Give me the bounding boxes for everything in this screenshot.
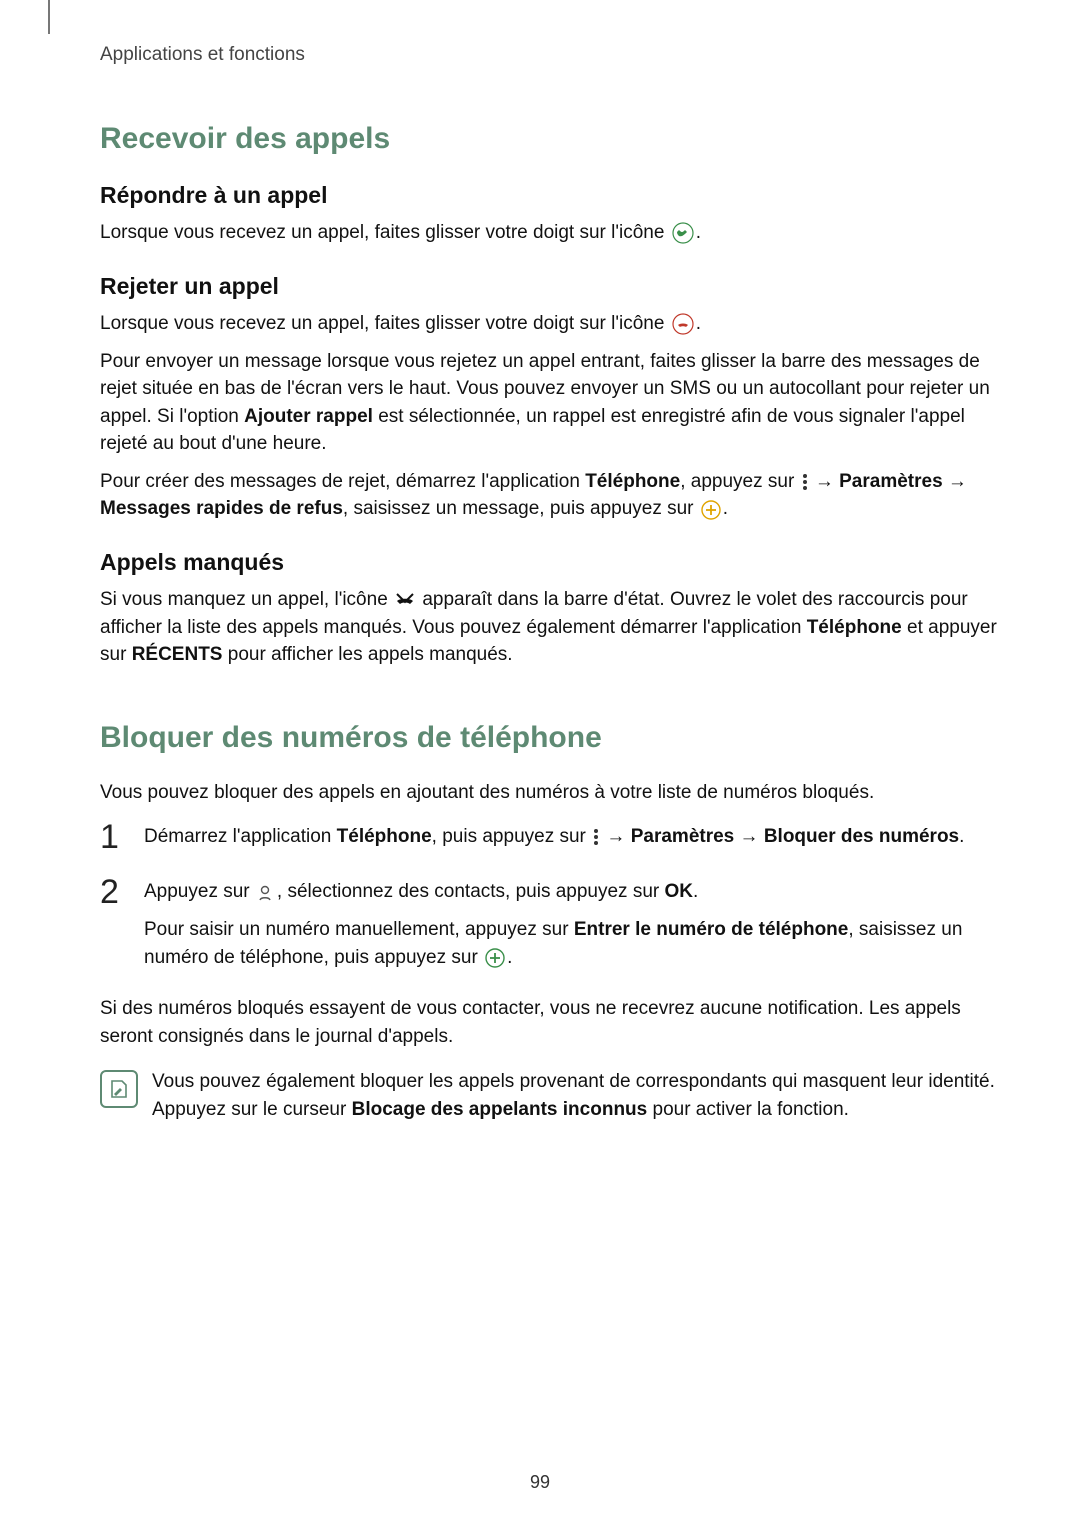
text: Si vous manquez un appel, l'icône <box>100 589 393 610</box>
add-plus-icon <box>701 496 721 524</box>
text: Démarrez l'application <box>144 826 337 847</box>
text: . <box>696 222 701 243</box>
breadcrumb: Applications et fonctions <box>100 44 1008 66</box>
text: Pour créer des messages de rejet, démarr… <box>100 471 585 492</box>
paragraph: Pour créer des messages de rejet, démarr… <box>100 468 1008 524</box>
answer-call-icon <box>672 219 694 247</box>
text: pour activer la fonction. <box>647 1099 849 1120</box>
paragraph: Pour envoyer un message lorsque vous rej… <box>100 348 1008 458</box>
text: Lorsque vous recevez un appel, faites gl… <box>100 222 670 243</box>
text-bold: Téléphone <box>585 471 680 492</box>
more-options-icon <box>593 823 599 851</box>
paragraph: Si des numéros bloqués essayent de vous … <box>100 995 1008 1050</box>
subheading-manques: Appels manqués <box>100 549 1008 576</box>
add-plus-icon <box>485 944 505 972</box>
paragraph: Démarrez l'application Téléphone, puis a… <box>144 823 1008 851</box>
section-title-recevoir: Recevoir des appels <box>100 122 1008 156</box>
text-bold: OK <box>665 881 694 902</box>
text: Lorsque vous recevez un appel, faites gl… <box>100 313 670 334</box>
paragraph: Vous pouvez bloquer des appels en ajouta… <box>100 779 1008 807</box>
note-body: Vous pouvez également bloquer les appels… <box>152 1068 1008 1123</box>
paragraph: Lorsque vous recevez un appel, faites gl… <box>100 310 1008 338</box>
page-tab-mark <box>48 0 50 34</box>
note-block: Vous pouvez également bloquer les appels… <box>100 1068 1008 1123</box>
text: Appuyez sur <box>144 881 255 902</box>
paragraph: Pour saisir un numéro manuellement, appu… <box>144 916 1008 971</box>
text: → <box>810 471 840 492</box>
text: → <box>943 471 967 492</box>
text: , appuyez sur <box>680 471 799 492</box>
text: , puis appuyez sur <box>432 826 591 847</box>
text: . <box>507 947 512 968</box>
text: → <box>734 826 764 847</box>
text-bold: Entrer le numéro de téléphone <box>574 919 849 940</box>
step-1: 1 Démarrez l'application Téléphone, puis… <box>100 819 1008 861</box>
subheading-repondre: Répondre à un appel <box>100 182 1008 209</box>
text-bold: RÉCENTS <box>132 644 223 665</box>
step-body: Appuyez sur , sélectionnez des contacts,… <box>144 874 1008 981</box>
note-icon <box>100 1070 138 1108</box>
text: . <box>693 881 698 902</box>
text-bold: Téléphone <box>807 617 902 638</box>
missed-call-icon <box>395 586 415 614</box>
paragraph: Appuyez sur , sélectionnez des contacts,… <box>144 878 1008 906</box>
text-bold: Paramètres <box>631 826 735 847</box>
text: . <box>959 826 964 847</box>
text-bold: Messages rapides de refus <box>100 498 343 519</box>
paragraph: Lorsque vous recevez un appel, faites gl… <box>100 219 1008 247</box>
text: → <box>601 826 631 847</box>
section-title-bloquer: Bloquer des numéros de téléphone <box>100 721 1008 755</box>
text: , sélectionnez des contacts, puis appuye… <box>277 881 665 902</box>
text: Pour saisir un numéro manuellement, appu… <box>144 919 574 940</box>
text-bold: Ajouter rappel <box>244 406 373 427</box>
more-options-icon <box>802 468 808 496</box>
text: . <box>696 313 701 334</box>
steps-list: 1 Démarrez l'application Téléphone, puis… <box>100 819 1008 982</box>
paragraph: Si vous manquez un appel, l'icône appara… <box>100 586 1008 669</box>
text: . <box>723 498 728 519</box>
step-body: Démarrez l'application Téléphone, puis a… <box>144 819 1008 861</box>
text-bold: Paramètres <box>839 471 943 492</box>
page-content: Applications et fonctions Recevoir des a… <box>0 0 1080 1124</box>
text: pour afficher les appels manqués. <box>222 644 512 665</box>
step-number: 1 <box>100 819 144 856</box>
text: , saisissez un message, puis appuyez sur <box>343 498 699 519</box>
contacts-search-icon <box>257 879 275 907</box>
step-number: 2 <box>100 874 144 911</box>
text-bold: Bloquer des numéros <box>764 826 959 847</box>
subheading-rejeter: Rejeter un appel <box>100 273 1008 300</box>
text-bold: Blocage des appelants inconnus <box>352 1099 648 1120</box>
page-number: 99 <box>0 1472 1080 1493</box>
reject-call-icon <box>672 310 694 338</box>
text-bold: Téléphone <box>337 826 432 847</box>
step-2: 2 Appuyez sur , sélectionnez des contact… <box>100 874 1008 981</box>
